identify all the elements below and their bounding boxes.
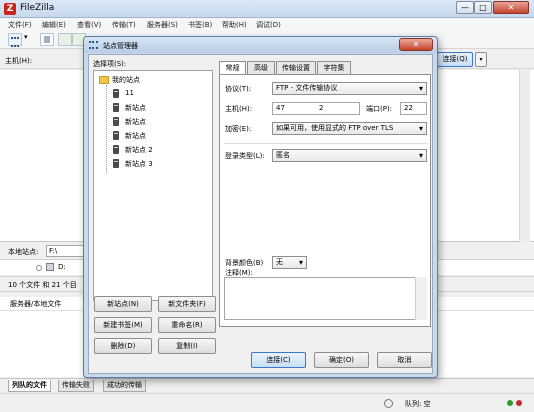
minimize-button[interactable]: — xyxy=(456,1,474,14)
site-manager-icon xyxy=(89,41,98,49)
tab-transfer-settings[interactable]: 传输设置 xyxy=(276,61,316,74)
drive-label[interactable]: D: xyxy=(58,263,66,271)
message-log-icon[interactable] xyxy=(40,33,54,46)
expand-icon[interactable] xyxy=(36,265,42,271)
dialog-title: 站点管理器 xyxy=(103,42,138,50)
site-tabs: 常规 高级 传输设置 字符集 xyxy=(219,61,431,75)
select-entry-label: 选择项(S): xyxy=(93,60,127,68)
tab-successful-transfers[interactable]: 成功的传输 xyxy=(103,380,146,392)
queue-status: 队列: 空 xyxy=(405,400,431,408)
title-bar: Z FileZilla — □ ✕ xyxy=(0,0,534,18)
host-label: 主机(H): xyxy=(225,105,253,113)
tree-site-item[interactable]: 新站点 2 xyxy=(125,145,153,155)
new-site-button[interactable]: 新站点(N) xyxy=(94,296,152,312)
comment-textarea[interactable] xyxy=(224,277,427,320)
menu-file[interactable]: 文件(F) xyxy=(8,20,32,30)
tree-line xyxy=(106,85,107,173)
cancel-button[interactable]: 取消 xyxy=(377,352,432,368)
chevron-down-icon[interactable]: ▾ xyxy=(24,33,34,46)
copy-button[interactable]: 复制(I) xyxy=(158,338,216,354)
filezilla-logo-icon: Z xyxy=(4,3,16,15)
receive-led-icon xyxy=(507,400,513,406)
menu-server[interactable]: 服务器(S) xyxy=(147,20,178,30)
tree-root-my-sites[interactable]: 我的站点 xyxy=(112,75,140,85)
port-label: 端口(P): xyxy=(366,105,393,113)
file-count-text: 10 个文件 和 21 个目 xyxy=(8,281,77,289)
host-value-end: 2 xyxy=(319,104,324,112)
scrollbar[interactable] xyxy=(519,70,530,242)
queue-tabs: 列队的文件 传输失败 成功的传输 xyxy=(0,378,534,392)
app-title: FileZilla xyxy=(20,3,55,13)
close-button[interactable]: ✕ xyxy=(493,1,529,14)
tab-charset[interactable]: 字符集 xyxy=(317,61,351,74)
menu-debug[interactable]: 调试(D) xyxy=(256,20,281,30)
logon-type-label: 登录类型(L): xyxy=(225,152,265,160)
background-color-select[interactable]: 无 xyxy=(272,256,307,269)
delete-button[interactable]: 删除(D) xyxy=(94,338,152,354)
divider xyxy=(224,143,427,144)
server-icon xyxy=(113,117,119,126)
server-icon xyxy=(113,131,119,140)
menu-bookmarks[interactable]: 书签(B) xyxy=(188,20,212,30)
dialog-body: 选择项(S): 我的站点 11 新站点 新站点 新站点 新站点 2 新站点 3 … xyxy=(88,54,433,374)
tab-queued-files[interactable]: 列队的文件 xyxy=(8,380,51,392)
menu-edit[interactable]: 编辑(E) xyxy=(42,20,66,30)
tree-site-item[interactable]: 新站点 xyxy=(125,117,146,127)
tree-site-item[interactable]: 新站点 xyxy=(125,103,146,113)
connect-button[interactable]: 连接(C) xyxy=(251,352,306,368)
site-tree[interactable]: 我的站点 11 新站点 新站点 新站点 新站点 2 新站点 3 xyxy=(93,70,213,301)
server-icon xyxy=(113,103,119,112)
host-input[interactable]: 47 2 xyxy=(272,102,360,115)
ok-button[interactable]: 确定(O) xyxy=(314,352,369,368)
tab-failed-transfers[interactable]: 传输失败 xyxy=(58,380,94,392)
tree-site-item[interactable]: 新站点 xyxy=(125,131,146,141)
folder-icon xyxy=(99,76,109,84)
host-value-start: 47 xyxy=(276,104,285,112)
server-icon xyxy=(113,159,119,168)
site-manager-icon[interactable] xyxy=(8,33,22,47)
port-input[interactable]: 22 xyxy=(400,102,427,115)
logon-type-select[interactable]: 匿名 xyxy=(272,149,427,162)
lock-icon xyxy=(384,399,393,408)
server-icon xyxy=(113,89,119,98)
tree-site-item[interactable]: 11 xyxy=(125,89,134,97)
dialog-title-bar: 站点管理器 ✕ xyxy=(84,37,437,53)
quickconnect-button[interactable]: 连接(Q) xyxy=(437,52,473,67)
dialog-close-button[interactable]: ✕ xyxy=(399,38,433,51)
tree-site-item[interactable]: 新站点 3 xyxy=(125,159,153,169)
site-manager-dialog: 站点管理器 ✕ 选择项(S): 我的站点 11 新站点 新站点 新站点 新站点 … xyxy=(83,36,438,378)
protocol-label: 协议(T): xyxy=(225,85,252,93)
local-path-input[interactable]: F:\ xyxy=(46,245,86,257)
local-site-label: 本地站点: xyxy=(8,248,39,256)
menu-transfer[interactable]: 传输(T) xyxy=(112,20,136,30)
encryption-select[interactable]: 如果可用，使用显式的 FTP over TLS xyxy=(272,122,427,135)
host-label: 主机(H): xyxy=(5,57,33,65)
server-icon xyxy=(113,145,119,154)
status-bar: 队列: 空 xyxy=(0,393,534,412)
maximize-button[interactable]: □ xyxy=(474,1,492,14)
tab-advanced[interactable]: 高级 xyxy=(247,61,275,74)
background-color-label: 背景颜色(B) xyxy=(225,259,264,267)
tab-general[interactable]: 常规 xyxy=(219,61,246,75)
protocol-select[interactable]: FTP - 文件传输协议 xyxy=(272,82,427,95)
local-tree-icon[interactable] xyxy=(58,33,72,46)
menu-view[interactable]: 查看(V) xyxy=(77,20,101,30)
send-led-icon xyxy=(516,400,522,406)
general-panel: 协议(T): FTP - 文件传输协议 主机(H): 47 2 端口(P): 2… xyxy=(219,74,431,327)
menu-help[interactable]: 帮助(H) xyxy=(222,20,247,30)
scrollbar[interactable] xyxy=(415,277,427,320)
quickconnect-dropdown-icon[interactable]: ▾ xyxy=(475,52,487,67)
new-folder-button[interactable]: 新文件夹(F) xyxy=(158,296,216,312)
queue-column-server-local[interactable]: 服务器/本地文件 xyxy=(10,299,61,309)
drive-icon xyxy=(46,263,54,271)
new-bookmark-button[interactable]: 新建书签(M) xyxy=(94,317,152,333)
rename-button[interactable]: 重命名(R) xyxy=(158,317,216,333)
encryption-label: 加密(E): xyxy=(225,125,252,133)
menu-bar: 文件(F) 编辑(E) 查看(V) 传输(T) 服务器(S) 书签(B) 帮助(… xyxy=(0,18,534,31)
